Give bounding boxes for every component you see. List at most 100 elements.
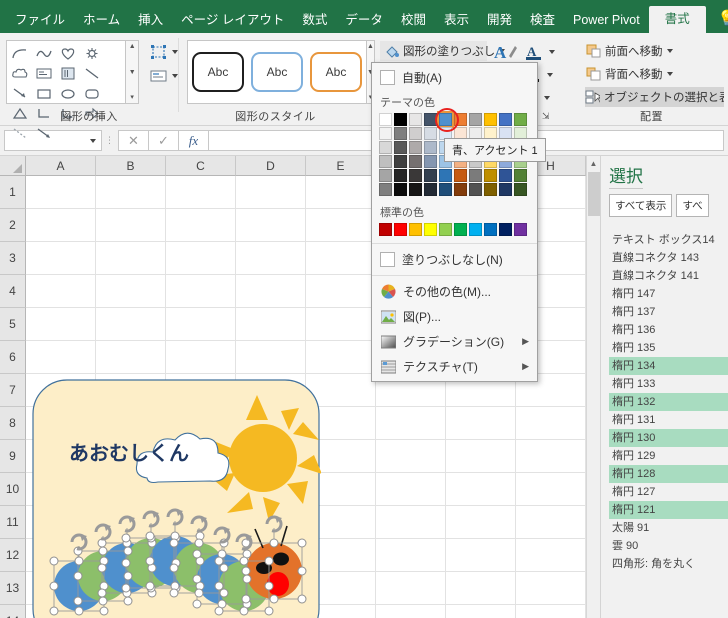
theme-variant-swatch-4-1[interactable] <box>394 183 407 196</box>
standard-color-swatch-4[interactable] <box>439 223 452 236</box>
cell-B9[interactable] <box>96 440 166 473</box>
cell-F12[interactable] <box>376 539 446 572</box>
shape-styles-gallery[interactable]: Abc Abc Abc <box>187 40 367 104</box>
cell-A9[interactable] <box>26 440 96 473</box>
shape-textbox-icon[interactable] <box>32 63 56 83</box>
theme-variant-swatch-4-4[interactable] <box>439 183 452 196</box>
selection-pane-item[interactable]: 楕円 129 <box>609 447 728 465</box>
hide-all-button[interactable]: すべ <box>676 194 709 217</box>
cell-F13[interactable] <box>376 572 446 605</box>
cell-F8[interactable] <box>376 407 446 440</box>
cell-F14[interactable] <box>376 605 446 618</box>
cell-C13[interactable] <box>166 572 236 605</box>
selection-pane-item[interactable]: 楕円 121 <box>609 501 728 519</box>
shape-dashed-line-icon[interactable] <box>8 123 32 143</box>
theme-variant-swatch-4-8[interactable] <box>499 183 512 196</box>
cell-B1[interactable] <box>96 176 166 209</box>
selection-pane-button[interactable]: オブジェクトの選択と表示 <box>585 87 724 107</box>
theme-variant-swatch-0-1[interactable] <box>394 127 407 140</box>
theme-variant-row-4[interactable] <box>379 183 530 196</box>
cell-D7[interactable] <box>236 374 306 407</box>
select-all-corner[interactable] <box>0 156 26 176</box>
selection-pane-list[interactable]: テキスト ボックス14 直線コネクタ 143 直線コネクタ 141 楕円 147 楕円 … <box>609 231 728 573</box>
cell-E13[interactable] <box>306 572 376 605</box>
standard-color-swatch-5[interactable] <box>454 223 467 236</box>
confirm-icon[interactable]: ✓ <box>148 130 178 151</box>
cell-C6[interactable] <box>166 341 236 374</box>
theme-color-swatch-0[interactable] <box>379 113 392 126</box>
selection-pane-item[interactable]: 楕円 137 <box>609 303 728 321</box>
row-header-7[interactable]: 7 <box>0 374 26 407</box>
cell-G10[interactable] <box>446 473 516 506</box>
column-header-B[interactable]: B <box>96 156 166 176</box>
name-box-caret-icon[interactable] <box>90 138 96 143</box>
cancel-icon[interactable]: ✕ <box>118 130 148 151</box>
theme-color-swatch-9[interactable] <box>514 113 527 126</box>
cell-D12[interactable] <box>236 539 306 572</box>
cell-C1[interactable] <box>166 176 236 209</box>
cell-H12[interactable] <box>516 539 586 572</box>
cell-D1[interactable] <box>236 176 306 209</box>
row-header-14[interactable]: 14 <box>0 605 26 618</box>
ribbon-tab-9[interactable]: 検査 <box>521 8 564 34</box>
row-header-10[interactable]: 10 <box>0 473 26 506</box>
row-header-6[interactable]: 6 <box>0 341 26 374</box>
text-effects-caret-icon[interactable] <box>544 95 550 100</box>
theme-variant-swatch-3-8[interactable] <box>499 169 512 182</box>
cell-H13[interactable] <box>516 572 586 605</box>
theme-variant-swatch-3-9[interactable] <box>514 169 527 182</box>
theme-variant-swatch-3-6[interactable] <box>469 169 482 182</box>
theme-variant-swatch-3-2[interactable] <box>409 169 422 182</box>
theme-color-swatch-2[interactable] <box>409 113 422 126</box>
cell-B11[interactable] <box>96 506 166 539</box>
gradient-submenu-arrow-icon[interactable]: ▶ <box>522 336 529 347</box>
shape-line-icon[interactable] <box>80 63 104 83</box>
selection-pane-item[interactable]: 直線コネクタ 141 <box>609 267 728 285</box>
selection-pane-item[interactable]: 雲 90 <box>609 537 728 555</box>
selection-pane-item[interactable]: 楕円 147 <box>609 285 728 303</box>
cell-C7[interactable] <box>166 374 236 407</box>
standard-color-swatch-9[interactable] <box>514 223 527 236</box>
standard-color-swatch-0[interactable] <box>379 223 392 236</box>
theme-color-swatch-8[interactable] <box>499 113 512 126</box>
cell-E10[interactable] <box>306 473 376 506</box>
theme-variant-swatch-4-0[interactable] <box>379 183 392 196</box>
cell-H8[interactable] <box>516 407 586 440</box>
cell-D6[interactable] <box>236 341 306 374</box>
cell-D13[interactable] <box>236 572 306 605</box>
cell-B2[interactable] <box>96 209 166 242</box>
cell-D11[interactable] <box>236 506 306 539</box>
shape-arrow-line-icon[interactable] <box>8 83 32 103</box>
ribbon-tab-5[interactable]: データ <box>336 8 392 34</box>
scroll-up-icon[interactable]: ▲ <box>587 156 600 171</box>
theme-variant-swatch-4-5[interactable] <box>454 183 467 196</box>
cell-B13[interactable] <box>96 572 166 605</box>
cell-D2[interactable] <box>236 209 306 242</box>
theme-variant-row-3[interactable] <box>379 169 530 182</box>
shape-rounded-rectangle-icon[interactable] <box>80 83 104 103</box>
column-header-E[interactable]: E <box>306 156 376 176</box>
menu-item-texture[interactable]: テクスチャ(T) ▶ <box>372 354 537 379</box>
cell-G13[interactable] <box>446 572 516 605</box>
wordart-fill-caret-icon[interactable] <box>549 49 555 54</box>
vertical-scrollbar[interactable]: ▲ <box>586 156 600 618</box>
standard-color-swatch-3[interactable] <box>424 223 437 236</box>
cell-E11[interactable] <box>306 506 376 539</box>
selection-pane-item[interactable]: 直線コネクタ 143 <box>609 249 728 267</box>
wordart-text-fill-icon[interactable]: A <box>523 44 545 60</box>
cell-E5[interactable] <box>306 308 376 341</box>
cell-F10[interactable] <box>376 473 446 506</box>
cell-E12[interactable] <box>306 539 376 572</box>
theme-variant-swatch-4-7[interactable] <box>484 183 497 196</box>
menu-item-gradient[interactable]: グラデーション(G) ▶ <box>372 329 537 354</box>
cell-B7[interactable] <box>96 374 166 407</box>
ribbon-tab-4[interactable]: 数式 <box>293 8 336 34</box>
theme-variant-swatch-1-3[interactable] <box>424 141 437 154</box>
cell-F11[interactable] <box>376 506 446 539</box>
cell-G14[interactable] <box>446 605 516 618</box>
text-box-icon[interactable] <box>147 66 169 86</box>
ribbon-tab-10[interactable]: Power Pivot <box>564 8 649 34</box>
cell-C2[interactable] <box>166 209 236 242</box>
scrollbar-thumb[interactable] <box>588 172 600 216</box>
shape-arc-icon[interactable] <box>8 43 32 63</box>
